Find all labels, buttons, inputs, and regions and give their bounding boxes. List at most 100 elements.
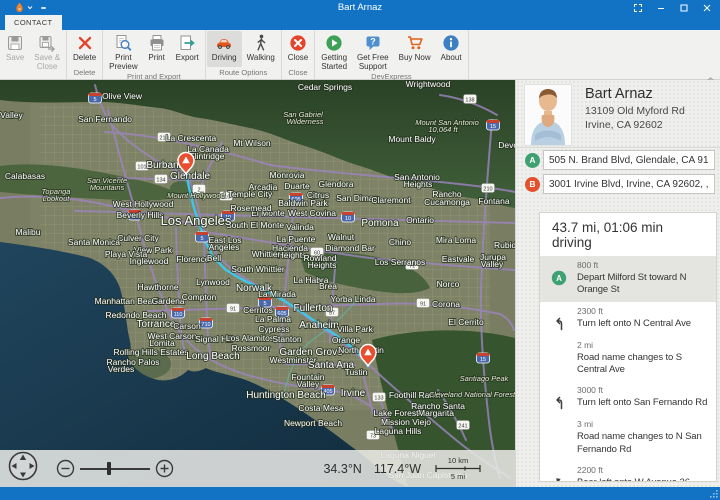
map-label: Rosemead	[230, 203, 271, 213]
close-circle-icon	[289, 33, 307, 52]
map-label: Mount Baldy	[388, 134, 436, 144]
resize-grip-icon[interactable]	[710, 490, 718, 498]
panel-divider	[516, 147, 720, 148]
map-label: Lookout	[43, 194, 71, 203]
map-label: South Whittier	[231, 264, 285, 274]
save-button[interactable]: Save	[1, 31, 29, 71]
route-start-input[interactable]	[543, 150, 715, 170]
direction-step[interactable]: 2200 ftBear left onto W Avenue 26	[540, 461, 716, 482]
route-start-badge: A	[525, 153, 540, 168]
map-label: Norco	[437, 279, 460, 289]
delete-button[interactable]: Delete	[68, 31, 101, 67]
map-label: Cleveland National Forest	[429, 390, 515, 399]
map-label: Long Beach	[186, 351, 239, 362]
maximize-button[interactable]	[676, 1, 692, 14]
map-label: Heights	[404, 179, 433, 189]
walking-button[interactable]: Walking	[242, 31, 280, 67]
map-label: Malibu	[15, 227, 40, 237]
map-label: Angeles	[209, 242, 240, 252]
ribbon-group-delete: DeleteDelete	[67, 30, 103, 79]
svg-text:10: 10	[345, 216, 351, 222]
ribbon-group-label: Delete	[68, 67, 101, 79]
print-preview-button[interactable]: Print Preview	[104, 31, 142, 71]
svg-text:5: 5	[93, 97, 96, 103]
direction-step[interactable]: 3 miRoad name changes to N San Fernando …	[540, 415, 716, 461]
zoom-slider[interactable]	[80, 461, 150, 476]
svg-text:133: 133	[374, 396, 383, 402]
highway-shield-icon: 133	[373, 393, 386, 402]
ribbon-button-label: Print	[148, 53, 164, 62]
map-label: Olive View	[102, 91, 143, 101]
map-label: Cucamonga	[424, 197, 470, 207]
map-label: Compton	[182, 292, 217, 302]
map-label: 10,064 ft	[428, 125, 458, 134]
no-icon	[540, 419, 577, 456]
fullscreen-button[interactable]	[630, 1, 646, 14]
map-label: Irvine	[341, 388, 366, 399]
direction-step[interactable]: A800 ftDepart Milford St toward N Orange…	[540, 256, 716, 302]
close-button[interactable]: Close	[283, 31, 313, 67]
map-label: Walnut	[328, 232, 355, 242]
map-label: Gardena	[151, 296, 184, 306]
route-summary: 43.7 mi, 01:06 min driving	[540, 213, 716, 256]
map-label: South El Monte	[226, 220, 284, 230]
zoom-slider-handle[interactable]	[107, 462, 111, 475]
zoom-out-button[interactable]	[56, 459, 75, 478]
map-label: Florence	[176, 254, 209, 264]
close-button[interactable]	[699, 1, 715, 14]
devexpress-logo-icon	[14, 2, 25, 13]
map-label: Hawthorne	[137, 282, 178, 292]
direction-step[interactable]: 3000 ftTurn left onto San Fernando Rd	[540, 381, 716, 415]
map-label: Los Serranos	[375, 257, 426, 267]
svg-text:210: 210	[483, 187, 492, 193]
map-label: Tustin	[345, 367, 368, 377]
highway-shield-icon: 138	[464, 95, 477, 104]
tab-contact[interactable]: CONTACT	[5, 15, 62, 30]
interstate-shield-icon: 5	[89, 93, 102, 103]
scale-km-label: 10 km	[448, 456, 468, 465]
map-label: Inglewood	[130, 256, 169, 266]
map-label: Heights	[308, 260, 337, 270]
ribbon-group-label	[1, 71, 65, 79]
quick-access-toolbar-button[interactable]	[41, 7, 46, 9]
print-button[interactable]: Print	[143, 31, 171, 71]
direction-step[interactable]: 2 miRoad name changes to S Central Ave	[540, 336, 716, 382]
map-label: El Cerrito	[448, 317, 484, 327]
svg-text:A: A	[556, 274, 562, 283]
app-menu-button[interactable]	[14, 2, 33, 13]
minimize-button[interactable]	[653, 1, 669, 14]
route-end-input[interactable]	[543, 174, 715, 194]
map-scale: 10 km 5 mi	[435, 456, 481, 481]
map-label: Pomona	[361, 218, 399, 229]
export-button[interactable]: Export	[171, 31, 204, 71]
buy-now-button[interactable]: Buy Now	[394, 31, 436, 71]
getting-started-button[interactable]: Getting Started	[316, 31, 352, 71]
save-icon	[6, 33, 24, 52]
ribbon-button-label: Save	[6, 53, 24, 62]
highway-shield-icon: 210	[482, 184, 495, 193]
get-free-support-button[interactable]: ?Get Free Support	[352, 31, 394, 71]
step-distance: 800 ft	[577, 260, 710, 270]
map-label: Valley	[481, 259, 504, 269]
zoom-in-button[interactable]	[155, 459, 174, 478]
driving-button[interactable]: Driving	[207, 31, 242, 67]
step-distance: 3000 ft	[577, 385, 710, 395]
about-button[interactable]: About	[436, 31, 467, 71]
svg-text:241: 241	[458, 424, 467, 430]
pan-compass-control[interactable]	[6, 449, 40, 487]
ribbon-button-label: Driving	[212, 53, 237, 62]
ribbon-button-label: Export	[176, 53, 199, 62]
direction-step[interactable]: 2300 ftTurn left onto N Central Ave	[540, 302, 716, 336]
step-distance: 2200 ft	[577, 465, 710, 475]
contact-address-line2: Irvine, CA 92602	[585, 119, 663, 131]
about-icon	[442, 33, 460, 52]
map-label: Ontario	[406, 215, 434, 225]
save-close-button[interactable]: Save & Close	[29, 31, 65, 71]
ribbon-group-save: Save Save & Close	[0, 30, 67, 79]
export-icon	[178, 33, 196, 52]
getting-started-icon	[325, 33, 343, 52]
interstate-shield-icon: 710	[200, 318, 213, 328]
map-label: Brea	[319, 281, 337, 291]
map[interactable]: 5210134210140510511060510210138156071579…	[0, 80, 515, 487]
highway-shield-icon: 91	[227, 304, 240, 313]
